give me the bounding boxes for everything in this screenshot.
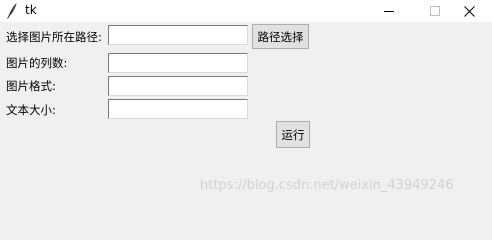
watermark-text: https://blog.csdn.net/weixin_43949246 [200,178,454,193]
run-button[interactable]: 运行 [276,121,310,148]
format-input[interactable] [108,76,248,96]
text-size-label: 文本大小: [6,103,56,117]
text-size-input[interactable] [108,99,248,119]
path-input[interactable] [108,25,248,45]
path-label: 选择图片所在路径: [6,30,102,44]
maximize-icon [430,6,440,16]
close-icon [463,5,475,17]
tk-feather-icon [6,3,18,19]
minimize-button[interactable] [366,0,412,22]
columns-label: 图片的列数: [6,56,68,70]
window-title: tk [25,3,37,17]
columns-input[interactable] [108,53,248,73]
minimize-icon [384,11,394,12]
format-label: 图片格式: [6,79,56,93]
browse-path-button[interactable]: 路径选择 [252,24,309,49]
title-bar: tk [0,0,492,22]
close-button[interactable] [446,0,492,22]
